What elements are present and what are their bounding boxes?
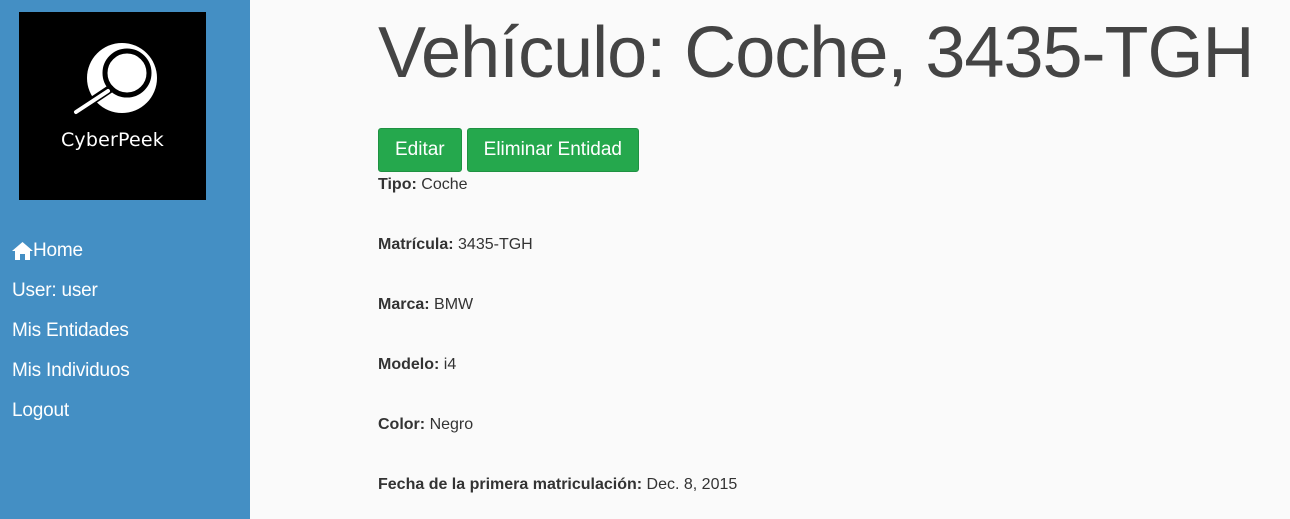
action-bar: Editar Eliminar Entidad (378, 128, 1278, 172)
field-label: Fecha de la primera matriculación: (378, 476, 643, 493)
field-matricula: Matrícula: 3435-TGH (378, 233, 1278, 293)
field-value: 3435-TGH (458, 236, 533, 253)
field-value: i4 (443, 356, 457, 373)
field-value: Dec. 8, 2015 (646, 476, 738, 493)
field-fecha-primera-matriculacion: Fecha de la primera matriculación: Dec. … (378, 473, 1278, 519)
sidebar-item-logout[interactable]: Logout (12, 398, 130, 438)
home-icon (12, 242, 33, 260)
field-label: Modelo: (378, 356, 440, 373)
field-value: BMW (434, 296, 474, 313)
sidebar-item-mis-individuos[interactable]: Mis Individuos (12, 358, 130, 398)
magnifier-logo-icon (70, 43, 157, 117)
field-label: Matrícula: (378, 236, 454, 253)
sidebar-item-mis-entidades[interactable]: Mis Entidades (12, 318, 130, 358)
sidebar-item-label: User: user (12, 280, 98, 301)
sidebar-item-label: Mis Individuos (12, 360, 130, 381)
field-label: Color: (378, 416, 426, 433)
sidebar: CyberPeek Home User: user Mis Entidades … (0, 0, 250, 519)
field-modelo: Modelo: i4 (378, 353, 1278, 413)
page-title: Vehículo: Coche, 3435-TGH (378, 13, 1255, 93)
field-marca: Marca: BMW (378, 293, 1278, 353)
field-label: Marca: (378, 296, 430, 313)
delete-entity-button[interactable]: Eliminar Entidad (466, 128, 639, 172)
field-label: Tipo: (378, 176, 417, 193)
field-value: Coche (421, 176, 468, 193)
vehicle-details: Tipo: Coche Matrícula: 3435-TGH Marca: B… (378, 173, 1278, 519)
field-color: Color: Negro (378, 413, 1278, 473)
sidebar-item-label: Mis Entidades (12, 320, 129, 341)
edit-button[interactable]: Editar (378, 128, 462, 172)
sidebar-item-label: Logout (12, 400, 69, 421)
field-tipo: Tipo: Coche (378, 173, 1278, 233)
cyberpeek-logo[interactable]: CyberPeek (19, 12, 206, 200)
main-content: Vehículo: Coche, 3435-TGH Editar Elimina… (378, 0, 1278, 519)
sidebar-item-user[interactable]: User: user (12, 278, 130, 318)
sidebar-nav: Home User: user Mis Entidades Mis Indivi… (12, 238, 130, 438)
sidebar-item-home[interactable]: Home (12, 238, 130, 278)
sidebar-item-label: Home (33, 240, 83, 261)
logo-text: CyberPeek (60, 129, 165, 151)
field-value: Negro (429, 416, 474, 433)
